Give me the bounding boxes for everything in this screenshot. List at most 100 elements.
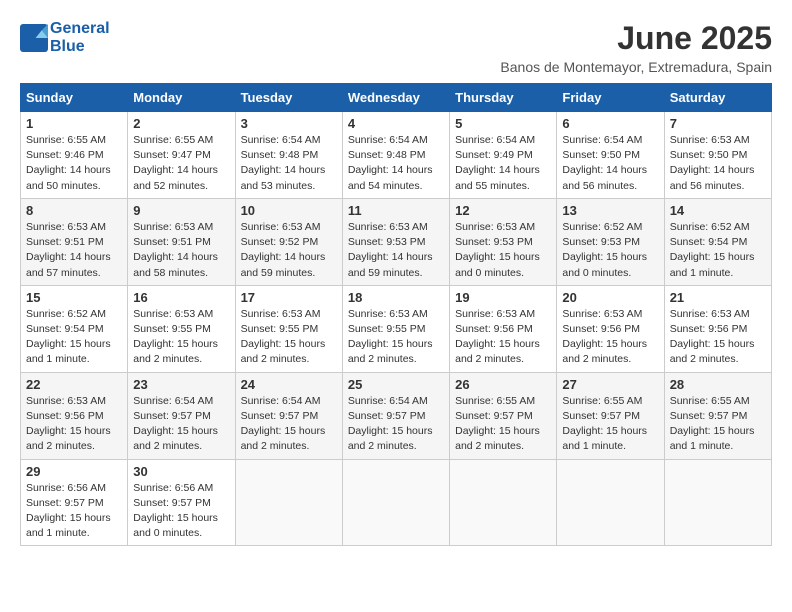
- day-info: Sunrise: 6:54 AM Sunset: 9:49 PM Dayligh…: [455, 133, 551, 194]
- col-monday: Monday: [128, 84, 235, 112]
- day-info: Sunrise: 6:53 AM Sunset: 9:53 PM Dayligh…: [348, 220, 444, 281]
- day-cell: 21 Sunrise: 6:53 AM Sunset: 9:56 PM Dayli…: [664, 285, 771, 372]
- calendar-header-row: Sunday Monday Tuesday Wednesday Thursday…: [21, 84, 772, 112]
- day-cell: 12 Sunrise: 6:53 AM Sunset: 9:53 PM Dayli…: [450, 198, 557, 285]
- col-saturday: Saturday: [664, 84, 771, 112]
- logo-text: General Blue: [50, 20, 110, 55]
- day-number: 6: [562, 116, 658, 131]
- day-number: 19: [455, 290, 551, 305]
- day-number: 11: [348, 203, 444, 218]
- day-info: Sunrise: 6:55 AM Sunset: 9:47 PM Dayligh…: [133, 133, 229, 194]
- day-number: 23: [133, 377, 229, 392]
- day-cell: [450, 459, 557, 546]
- day-number: 25: [348, 377, 444, 392]
- day-cell: [342, 459, 449, 546]
- day-number: 12: [455, 203, 551, 218]
- day-number: 13: [562, 203, 658, 218]
- day-number: 10: [241, 203, 337, 218]
- day-info: Sunrise: 6:54 AM Sunset: 9:57 PM Dayligh…: [133, 394, 229, 455]
- day-info: Sunrise: 6:55 AM Sunset: 9:57 PM Dayligh…: [562, 394, 658, 455]
- day-number: 9: [133, 203, 229, 218]
- day-number: 30: [133, 464, 229, 479]
- day-info: Sunrise: 6:53 AM Sunset: 9:56 PM Dayligh…: [670, 307, 766, 368]
- day-cell: 30 Sunrise: 6:56 AM Sunset: 9:57 PM Dayli…: [128, 459, 235, 546]
- week-row-2: 8 Sunrise: 6:53 AM Sunset: 9:51 PM Daylig…: [21, 198, 772, 285]
- week-row-3: 15Sunrise: 6:52 AM Sunset: 9:54 PM Dayli…: [21, 285, 772, 372]
- col-sunday: Sunday: [21, 84, 128, 112]
- day-number: 21: [670, 290, 766, 305]
- week-row-1: 1 Sunrise: 6:55 AM Sunset: 9:46 PM Daylig…: [21, 112, 772, 199]
- day-number: 2: [133, 116, 229, 131]
- day-cell: 25 Sunrise: 6:54 AM Sunset: 9:57 PM Dayli…: [342, 372, 449, 459]
- day-number: 22: [26, 377, 122, 392]
- day-cell: 14 Sunrise: 6:52 AM Sunset: 9:54 PM Dayli…: [664, 198, 771, 285]
- day-number: 15: [26, 290, 122, 305]
- day-cell: 6 Sunrise: 6:54 AM Sunset: 9:50 PM Daylig…: [557, 112, 664, 199]
- day-number: 3: [241, 116, 337, 131]
- day-number: 5: [455, 116, 551, 131]
- day-cell: [664, 459, 771, 546]
- day-info: Sunrise: 6:53 AM Sunset: 9:55 PM Dayligh…: [241, 307, 337, 368]
- day-info: Sunrise: 6:53 AM Sunset: 9:55 PM Dayligh…: [133, 307, 229, 368]
- logo: General Blue: [20, 20, 110, 55]
- day-cell: 23 Sunrise: 6:54 AM Sunset: 9:57 PM Dayli…: [128, 372, 235, 459]
- day-number: 28: [670, 377, 766, 392]
- day-cell: 28 Sunrise: 6:55 AM Sunset: 9:57 PM Dayli…: [664, 372, 771, 459]
- day-cell: 1 Sunrise: 6:55 AM Sunset: 9:46 PM Daylig…: [21, 112, 128, 199]
- day-cell: 13 Sunrise: 6:52 AM Sunset: 9:53 PM Dayli…: [557, 198, 664, 285]
- day-cell: 18Sunrise: 6:53 AM Sunset: 9:55 PM Dayli…: [342, 285, 449, 372]
- day-info: Sunrise: 6:52 AM Sunset: 9:54 PM Dayligh…: [670, 220, 766, 281]
- day-number: 8: [26, 203, 122, 218]
- day-number: 7: [670, 116, 766, 131]
- day-info: Sunrise: 6:54 AM Sunset: 9:48 PM Dayligh…: [241, 133, 337, 194]
- day-info: Sunrise: 6:53 AM Sunset: 9:56 PM Dayligh…: [562, 307, 658, 368]
- day-info: Sunrise: 6:55 AM Sunset: 9:57 PM Dayligh…: [670, 394, 766, 455]
- col-friday: Friday: [557, 84, 664, 112]
- calendar-table: Sunday Monday Tuesday Wednesday Thursday…: [20, 83, 772, 546]
- day-number: 16: [133, 290, 229, 305]
- day-info: Sunrise: 6:54 AM Sunset: 9:50 PM Dayligh…: [562, 133, 658, 194]
- day-number: 27: [562, 377, 658, 392]
- day-number: 4: [348, 116, 444, 131]
- day-info: Sunrise: 6:55 AM Sunset: 9:46 PM Dayligh…: [26, 133, 122, 194]
- day-info: Sunrise: 6:53 AM Sunset: 9:52 PM Dayligh…: [241, 220, 337, 281]
- day-cell: 29Sunrise: 6:56 AM Sunset: 9:57 PM Dayli…: [21, 459, 128, 546]
- day-cell: 4Sunrise: 6:54 AM Sunset: 9:48 PM Daylig…: [342, 112, 449, 199]
- day-cell: 26Sunrise: 6:55 AM Sunset: 9:57 PM Dayli…: [450, 372, 557, 459]
- day-number: 20: [562, 290, 658, 305]
- day-cell: [557, 459, 664, 546]
- day-cell: [235, 459, 342, 546]
- day-cell: 17 Sunrise: 6:53 AM Sunset: 9:55 PM Dayli…: [235, 285, 342, 372]
- day-info: Sunrise: 6:52 AM Sunset: 9:53 PM Dayligh…: [562, 220, 658, 281]
- day-info: Sunrise: 6:53 AM Sunset: 9:51 PM Dayligh…: [26, 220, 122, 281]
- day-number: 14: [670, 203, 766, 218]
- day-info: Sunrise: 6:53 AM Sunset: 9:56 PM Dayligh…: [455, 307, 551, 368]
- day-info: Sunrise: 6:54 AM Sunset: 9:57 PM Dayligh…: [348, 394, 444, 455]
- day-cell: 24Sunrise: 6:54 AM Sunset: 9:57 PM Dayli…: [235, 372, 342, 459]
- day-info: Sunrise: 6:56 AM Sunset: 9:57 PM Dayligh…: [133, 481, 229, 542]
- day-cell: 8 Sunrise: 6:53 AM Sunset: 9:51 PM Daylig…: [21, 198, 128, 285]
- day-cell: 3 Sunrise: 6:54 AM Sunset: 9:48 PM Daylig…: [235, 112, 342, 199]
- page-header: General Blue June 2025 Banos de Montemay…: [20, 20, 772, 75]
- day-number: 1: [26, 116, 122, 131]
- day-info: Sunrise: 6:53 AM Sunset: 9:53 PM Dayligh…: [455, 220, 551, 281]
- day-info: Sunrise: 6:53 AM Sunset: 9:51 PM Dayligh…: [133, 220, 229, 281]
- col-tuesday: Tuesday: [235, 84, 342, 112]
- day-cell: 10 Sunrise: 6:53 AM Sunset: 9:52 PM Dayli…: [235, 198, 342, 285]
- logo-icon: [20, 24, 48, 52]
- day-cell: 27 Sunrise: 6:55 AM Sunset: 9:57 PM Dayli…: [557, 372, 664, 459]
- day-info: Sunrise: 6:54 AM Sunset: 9:57 PM Dayligh…: [241, 394, 337, 455]
- week-row-5: 29 Sunrise: 6:56 AM Sunset: 9:57 PM Dayli…: [21, 459, 772, 546]
- col-wednesday: Wednesday: [342, 84, 449, 112]
- day-cell: 5 Sunrise: 6:54 AM Sunset: 9:49 PM Daylig…: [450, 112, 557, 199]
- day-cell: 22Sunrise: 6:53 AM Sunset: 9:56 PM Dayli…: [21, 372, 128, 459]
- day-info: Sunrise: 6:53 AM Sunset: 9:55 PM Dayligh…: [348, 307, 444, 368]
- subtitle: Banos de Montemayor, Extremadura, Spain: [500, 59, 772, 75]
- day-number: 17: [241, 290, 337, 305]
- day-cell: 16 Sunrise: 6:53 AM Sunset: 9:55 PM Dayli…: [128, 285, 235, 372]
- day-cell: 11 Sunrise: 6:53 AM Sunset: 9:53 PM Dayli…: [342, 198, 449, 285]
- day-info: Sunrise: 6:53 AM Sunset: 9:50 PM Dayligh…: [670, 133, 766, 194]
- day-cell: 7 Sunrise: 6:53 AM Sunset: 9:50 PM Daylig…: [664, 112, 771, 199]
- title-block: June 2025 Banos de Montemayor, Extremadu…: [500, 20, 772, 75]
- day-number: 29: [26, 464, 122, 479]
